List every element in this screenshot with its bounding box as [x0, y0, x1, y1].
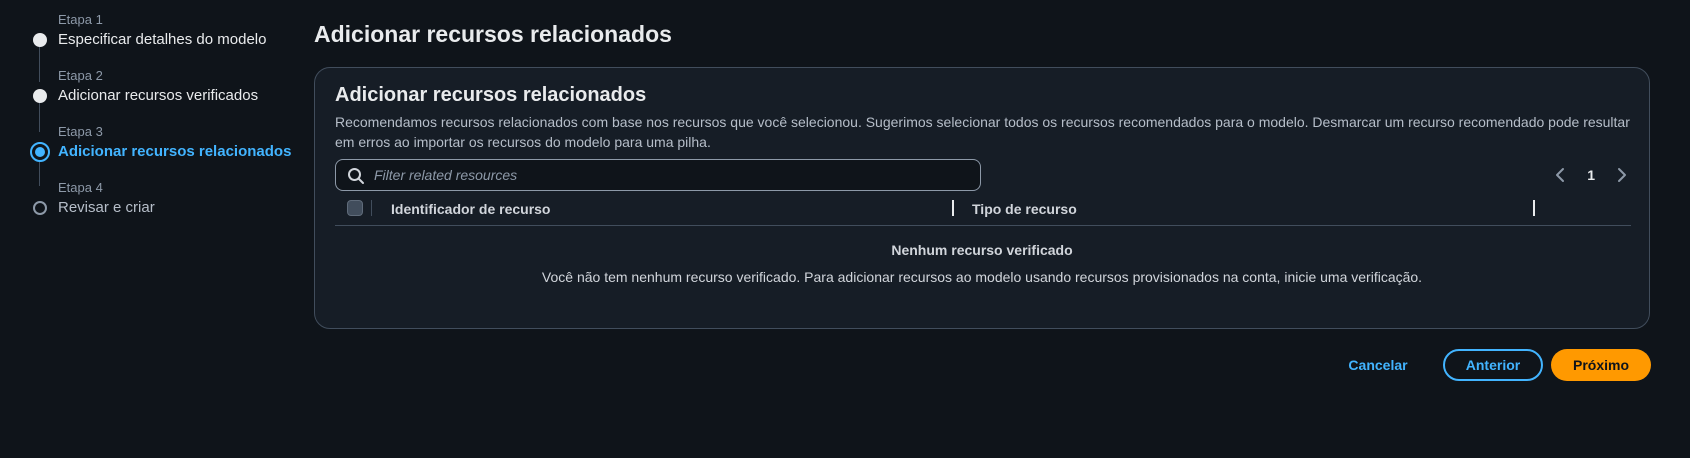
chevron-left-icon — [1556, 168, 1565, 182]
chevron-right-icon — [1618, 168, 1626, 182]
column-resize-handle[interactable] — [952, 200, 954, 216]
step-connector — [39, 46, 40, 82]
next-button[interactable]: Próximo — [1551, 349, 1651, 381]
container-title: Adicionar recursos relacionados — [335, 84, 647, 106]
step-number-label: Etapa 1 — [58, 12, 103, 27]
step-number-label: Etapa 4 — [58, 180, 103, 195]
step-number-label: Etapa 2 — [58, 68, 103, 83]
step-number-label: Etapa 3 — [58, 124, 103, 139]
page-title: Adicionar recursos relacionados — [314, 21, 672, 47]
related-resources-container: Adicionar recursos relacionados Recomend… — [314, 67, 1650, 329]
step-title-current: Adicionar recursos relacionados — [58, 143, 292, 160]
filter-search-input[interactable] — [372, 160, 972, 190]
table-header: Identificador de recurso Tipo de recurso — [335, 200, 1631, 226]
step-title-link[interactable]: Adicionar recursos verificados — [58, 87, 258, 104]
step-completed-icon — [33, 33, 47, 47]
empty-state-description: Você não tem nenhum recurso verificado. … — [541, 269, 1423, 285]
wizard-navigation: Etapa 1 Especificar detalhes do modelo E… — [0, 0, 300, 458]
container-description: Recomendamos recursos relacionados com b… — [335, 114, 1630, 150]
empty-state-title: Nenhum recurso verificado — [891, 242, 1073, 258]
column-header-resource-identifier[interactable]: Identificador de recurso — [391, 201, 550, 217]
search-icon — [348, 168, 364, 184]
cancel-button[interactable]: Cancelar — [1338, 349, 1418, 381]
column-header-resource-type[interactable]: Tipo de recurso — [972, 201, 1077, 217]
pagination: 1 — [1553, 164, 1629, 186]
step-title-link[interactable]: Especificar detalhes do modelo — [58, 31, 266, 48]
step-upcoming-icon — [33, 201, 47, 215]
current-page-number[interactable]: 1 — [1581, 167, 1601, 183]
column-divider — [371, 200, 372, 216]
step-title-upcoming: Revisar e criar — [58, 199, 155, 216]
select-all-checkbox[interactable] — [347, 200, 363, 216]
step-completed-icon — [33, 89, 47, 103]
previous-button[interactable]: Anterior — [1443, 349, 1543, 381]
step-active-icon — [30, 142, 50, 162]
next-page-button[interactable] — [1615, 166, 1629, 184]
step-connector — [39, 98, 40, 132]
filter-search-box[interactable] — [335, 159, 981, 191]
previous-page-button[interactable] — [1553, 166, 1567, 184]
column-resize-handle[interactable] — [1533, 200, 1535, 216]
